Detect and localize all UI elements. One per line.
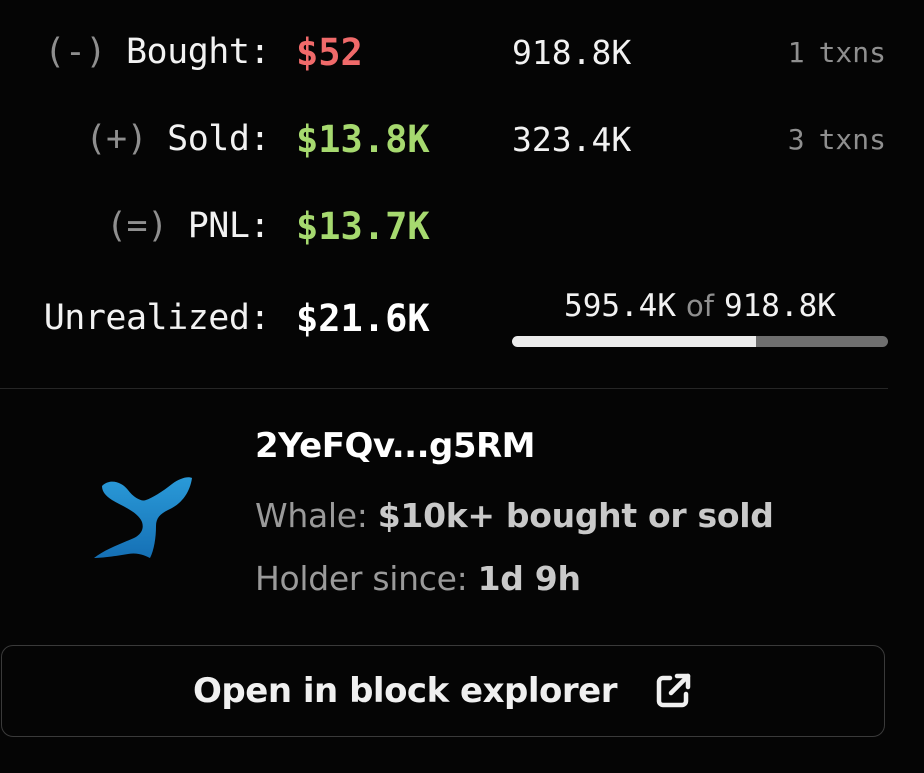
whale-value: $10k+ bought or sold	[377, 496, 774, 535]
sold-label-group: (+) Sold:	[85, 109, 270, 169]
minus-sign: (-)	[44, 32, 106, 72]
bought-txn-unit: txns	[818, 35, 886, 69]
open-block-explorer-button[interactable]: Open in block explorer	[1, 645, 885, 737]
bought-row: (-) Bought: $52 918.8K 1 txns	[0, 22, 924, 82]
wallet-address: 2YeFQv...g5RM	[255, 426, 536, 466]
whale-label: Whale:	[255, 496, 368, 535]
open-block-explorer-label: Open in block explorer	[193, 671, 617, 711]
holder-since-info: Holder since: 1d 9h	[255, 559, 581, 598]
holding-progress-fill	[512, 336, 756, 347]
sold-usd-value: $13.8K	[296, 117, 430, 161]
held-amount: 595.4K	[564, 288, 677, 324]
sold-token-amount: 323.4K	[512, 119, 632, 159]
bought-txn-number: 1	[787, 35, 805, 69]
holder-since-label: Holder since:	[255, 559, 468, 598]
bought-txn-count: 1 txns	[788, 22, 886, 82]
of-word: of	[686, 289, 714, 323]
pnl-row: (=) PNL: $13.7K	[0, 196, 924, 256]
whale-info: Whale: $10k+ bought or sold	[255, 496, 774, 535]
holding-progress-track	[512, 336, 888, 347]
plus-sign: (+)	[85, 119, 148, 159]
bought-usd-value: $52	[296, 30, 363, 74]
total-amount: 918.8K	[723, 288, 836, 324]
unrealized-label-group: Unrealized:	[43, 288, 271, 348]
sold-txn-number: 3	[787, 122, 805, 156]
holder-since-value: 1d 9h	[477, 559, 581, 598]
equals-sign: (=)	[105, 206, 168, 246]
pnl-label-group: (=) PNL:	[105, 196, 271, 256]
unrealized-label: Unrealized:	[43, 298, 271, 338]
bought-label-group: (-) Bought:	[44, 22, 270, 82]
pnl-label: PNL:	[187, 206, 271, 246]
holding-progress: 595.4K of 918.8K	[512, 282, 888, 352]
sold-txn-unit: txns	[818, 122, 886, 156]
pnl-usd-value: $13.7K	[296, 204, 430, 248]
holding-progress-text: 595.4K of 918.8K	[512, 288, 888, 324]
sold-row: (+) Sold: $13.8K 323.4K 3 txns	[0, 109, 924, 169]
sold-label: Sold:	[167, 119, 270, 159]
whale-tail-icon	[92, 474, 196, 564]
external-link-icon	[653, 671, 693, 711]
bought-token-amount: 918.8K	[512, 32, 632, 72]
section-divider	[0, 388, 888, 389]
unrealized-usd-value: $21.6K	[296, 296, 430, 340]
bought-label: Bought:	[125, 32, 271, 72]
sold-txn-count: 3 txns	[788, 109, 886, 169]
